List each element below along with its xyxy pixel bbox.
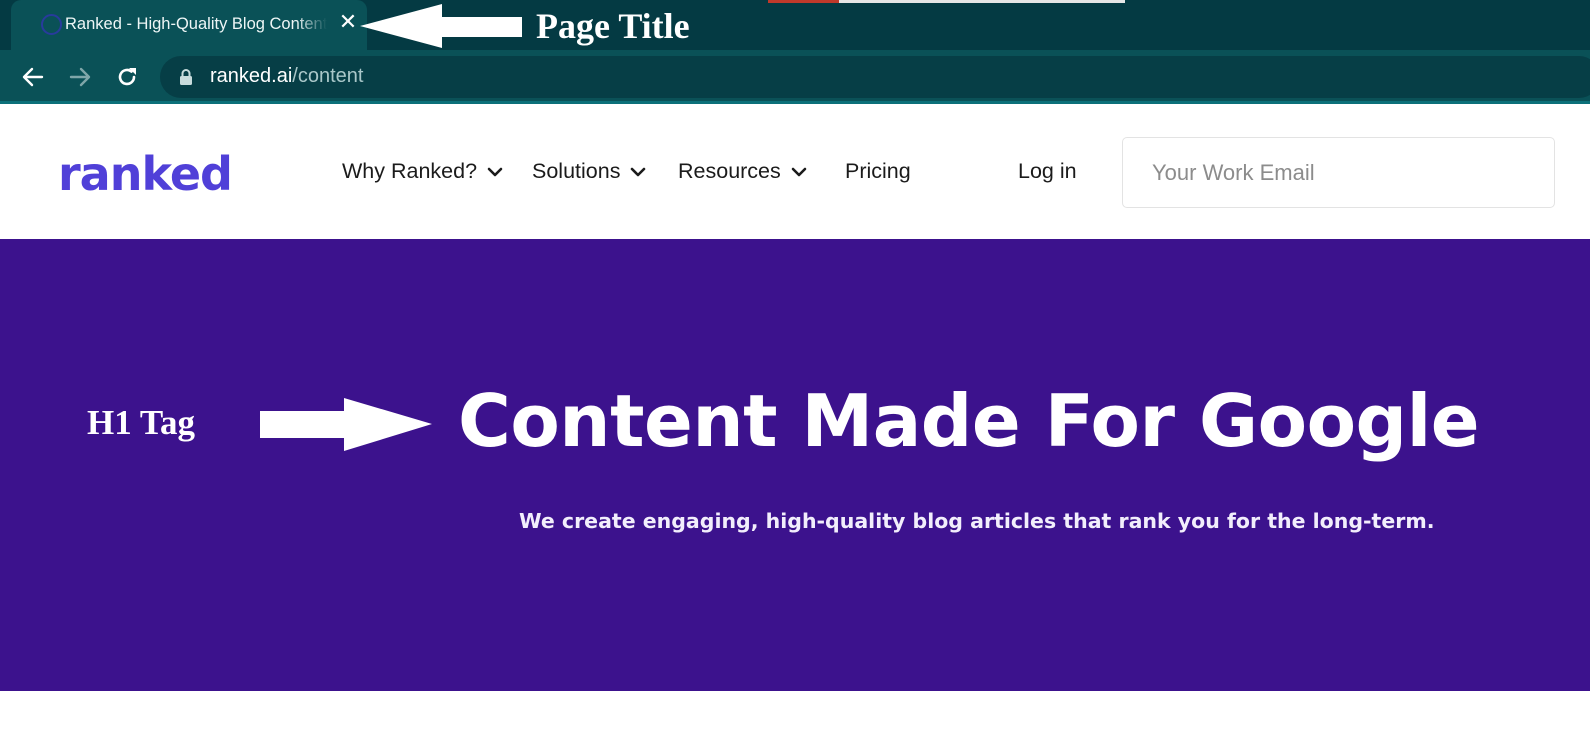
spinner-icon: [41, 14, 62, 35]
back-arrow-icon: [22, 67, 44, 87]
browser-tab-active[interactable]: Ranked - High-Quality Blog Content ✕: [11, 0, 367, 50]
tab-title: Ranked - High-Quality Blog Content: [65, 15, 327, 33]
tab-strip-accent-light: [839, 0, 1125, 3]
hero-subheading: We create engaging, high-quality blog ar…: [519, 509, 1435, 533]
nav-resources[interactable]: Resources: [678, 159, 807, 184]
reload-button[interactable]: [112, 62, 142, 92]
annotation-h1-label: H1 Tag: [87, 403, 195, 442]
ranked-logo[interactable]: ranked: [58, 149, 233, 199]
hero-section: H1 Tag Content Made For Google We create…: [0, 239, 1590, 691]
chevron-down-icon: [487, 167, 503, 177]
annotation-page-title-label: Page Title: [536, 6, 690, 46]
back-button[interactable]: [18, 62, 48, 92]
site-header: ranked Why Ranked? Solutions Resources P…: [0, 107, 1590, 239]
url-text: ranked.ai/content: [210, 65, 363, 88]
work-email-input[interactable]: [1122, 137, 1555, 208]
login-link[interactable]: Log in: [1018, 159, 1077, 184]
chevron-down-icon: [791, 167, 807, 177]
tab-strip-accent-red: [768, 0, 839, 3]
nav-solutions[interactable]: Solutions: [532, 159, 646, 184]
nav-why-ranked[interactable]: Why Ranked?: [342, 159, 503, 184]
url-path: /content: [292, 65, 364, 87]
reload-icon: [118, 68, 136, 86]
annotation-arrow-left-icon: [360, 4, 522, 48]
forward-arrow-icon: [69, 67, 91, 87]
nav-solutions-label: Solutions: [532, 159, 621, 183]
nav-resources-label: Resources: [678, 159, 781, 183]
browser-tabstrip: Ranked - High-Quality Blog Content ✕ Pag…: [0, 0, 1590, 50]
nav-why-ranked-label: Why Ranked?: [342, 159, 478, 183]
close-icon[interactable]: ✕: [335, 10, 361, 36]
browser-toolbar: ranked.ai/content: [0, 50, 1590, 104]
hero-heading: Content Made For Google: [458, 379, 1480, 463]
chevron-down-icon: [630, 167, 646, 177]
nav-pricing-label: Pricing: [845, 159, 911, 183]
annotation-arrow-right-icon: [260, 398, 432, 451]
nav-pricing[interactable]: Pricing: [845, 159, 911, 184]
url-host: ranked.ai: [210, 65, 293, 87]
forward-button[interactable]: [65, 62, 95, 92]
lock-icon: [180, 69, 192, 85]
address-bar[interactable]: ranked.ai/content: [160, 56, 1590, 98]
login-label: Log in: [1018, 159, 1077, 183]
